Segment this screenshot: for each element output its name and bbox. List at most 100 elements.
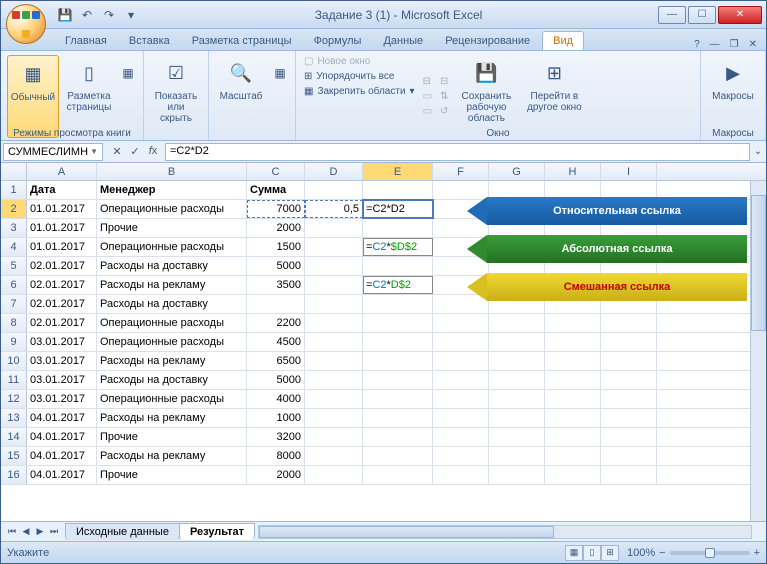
name-box-dropdown-icon[interactable]: ▼: [90, 147, 98, 156]
new-window-button[interactable]: ▢Новое окно: [302, 55, 417, 68]
tab-review[interactable]: Рецензирование: [435, 32, 540, 50]
cell[interactable]: 02.01.2017: [27, 295, 97, 313]
col-header-a[interactable]: A: [27, 163, 97, 180]
cell[interactable]: Расходы на доставку: [97, 257, 247, 275]
row-header[interactable]: 6: [1, 276, 27, 294]
cell[interactable]: [305, 447, 363, 465]
cell[interactable]: [305, 371, 363, 389]
view-normal-icon[interactable]: ▦: [565, 545, 583, 561]
cell[interactable]: [247, 295, 305, 313]
help-icon[interactable]: ?: [691, 39, 703, 50]
cell[interactable]: 6500: [247, 352, 305, 370]
cell[interactable]: [363, 352, 433, 370]
cell[interactable]: [601, 333, 657, 351]
cell[interactable]: 1500: [247, 238, 305, 256]
cell[interactable]: [363, 219, 433, 237]
cell[interactable]: [305, 390, 363, 408]
cell[interactable]: [305, 295, 363, 313]
cell[interactable]: 01.01.2017: [27, 219, 97, 237]
cell[interactable]: [489, 314, 545, 332]
cell[interactable]: [305, 409, 363, 427]
row-header[interactable]: 13: [1, 409, 27, 427]
sheet-tab-source[interactable]: Исходные данные: [65, 523, 180, 540]
zoom-in-icon[interactable]: +: [754, 547, 760, 559]
cell[interactable]: [305, 428, 363, 446]
cell[interactable]: 5000: [247, 257, 305, 275]
tab-formulas[interactable]: Формулы: [304, 32, 372, 50]
split-button[interactable]: ⊟: [421, 75, 434, 88]
col-header-e[interactable]: E: [363, 163, 433, 180]
cell[interactable]: [363, 409, 433, 427]
cell[interactable]: 4500: [247, 333, 305, 351]
name-box[interactable]: СУММЕСЛИМН ▼: [3, 143, 103, 161]
row-header[interactable]: 10: [1, 352, 27, 370]
vertical-scrollbar[interactable]: [750, 181, 766, 521]
cell[interactable]: Менеджер: [97, 181, 247, 199]
view-page-layout-button[interactable]: ▯ Разметка страницы: [63, 55, 115, 138]
tab-data[interactable]: Данные: [373, 32, 433, 50]
save-icon[interactable]: 💾: [57, 7, 73, 23]
cell[interactable]: 3200: [247, 428, 305, 446]
cell[interactable]: 04.01.2017: [27, 466, 97, 484]
view-gallery-button[interactable]: ▦: [119, 55, 137, 138]
maximize-button[interactable]: ☐: [688, 6, 716, 24]
col-header-i[interactable]: I: [601, 163, 657, 180]
cell[interactable]: [545, 371, 601, 389]
cell[interactable]: [545, 428, 601, 446]
cell[interactable]: [363, 333, 433, 351]
row-header[interactable]: 3: [1, 219, 27, 237]
qat-dropdown-icon[interactable]: ▾: [123, 7, 139, 23]
cell[interactable]: Расходы на рекламу: [97, 352, 247, 370]
cell[interactable]: =C2*D$2: [363, 276, 433, 294]
cell[interactable]: [363, 314, 433, 332]
cell[interactable]: [601, 314, 657, 332]
col-header-h[interactable]: H: [545, 163, 601, 180]
row-header[interactable]: 7: [1, 295, 27, 313]
formula-expand-icon[interactable]: ⌄: [750, 146, 766, 157]
unhide-button[interactable]: ▭: [421, 105, 434, 118]
row-header[interactable]: 4: [1, 238, 27, 256]
cell[interactable]: [433, 352, 489, 370]
cell[interactable]: 02.01.2017: [27, 276, 97, 294]
cell[interactable]: [489, 371, 545, 389]
reset-pos-button[interactable]: ↺: [438, 105, 450, 118]
cell[interactable]: [363, 390, 433, 408]
cell[interactable]: [601, 409, 657, 427]
cell[interactable]: Расходы на доставку: [97, 371, 247, 389]
cell[interactable]: [489, 333, 545, 351]
horizontal-scrollbar[interactable]: [258, 525, 752, 539]
sheet-next-icon[interactable]: ▶: [33, 526, 47, 537]
formula-input[interactable]: =C2*D2: [165, 143, 750, 161]
cell[interactable]: Расходы на рекламу: [97, 447, 247, 465]
cell[interactable]: Прочие: [97, 219, 247, 237]
zoom-gallery-button[interactable]: ▦: [271, 55, 289, 138]
cell[interactable]: [489, 409, 545, 427]
cell[interactable]: 4000: [247, 390, 305, 408]
cell[interactable]: [545, 409, 601, 427]
sheet-first-icon[interactable]: ⏮: [5, 526, 19, 537]
cell[interactable]: [545, 333, 601, 351]
cell[interactable]: [305, 314, 363, 332]
col-header-g[interactable]: G: [489, 163, 545, 180]
sheet-prev-icon[interactable]: ◀: [19, 526, 33, 537]
cell[interactable]: =C2*$D$2: [363, 238, 433, 256]
tab-page-layout[interactable]: Разметка страницы: [182, 32, 302, 50]
cell[interactable]: Операционные расходы: [97, 333, 247, 351]
cell[interactable]: [601, 371, 657, 389]
cell[interactable]: [433, 390, 489, 408]
sheet-tab-result[interactable]: Результат: [179, 523, 255, 540]
undo-icon[interactable]: ↶: [79, 7, 95, 23]
cell[interactable]: 01.01.2017: [27, 238, 97, 256]
cell[interactable]: 03.01.2017: [27, 390, 97, 408]
cell[interactable]: [363, 466, 433, 484]
show-hide-button[interactable]: ☑ Показать или скрыть: [150, 55, 202, 138]
doc-restore-icon[interactable]: ❐: [727, 39, 742, 50]
row-header[interactable]: 1: [1, 181, 27, 199]
cell[interactable]: 03.01.2017: [27, 352, 97, 370]
cell[interactable]: [363, 181, 433, 199]
cell[interactable]: 04.01.2017: [27, 409, 97, 427]
enter-icon[interactable]: ✓: [127, 145, 143, 158]
cell[interactable]: [363, 428, 433, 446]
minimize-button[interactable]: —: [658, 6, 686, 24]
cell[interactable]: [433, 466, 489, 484]
